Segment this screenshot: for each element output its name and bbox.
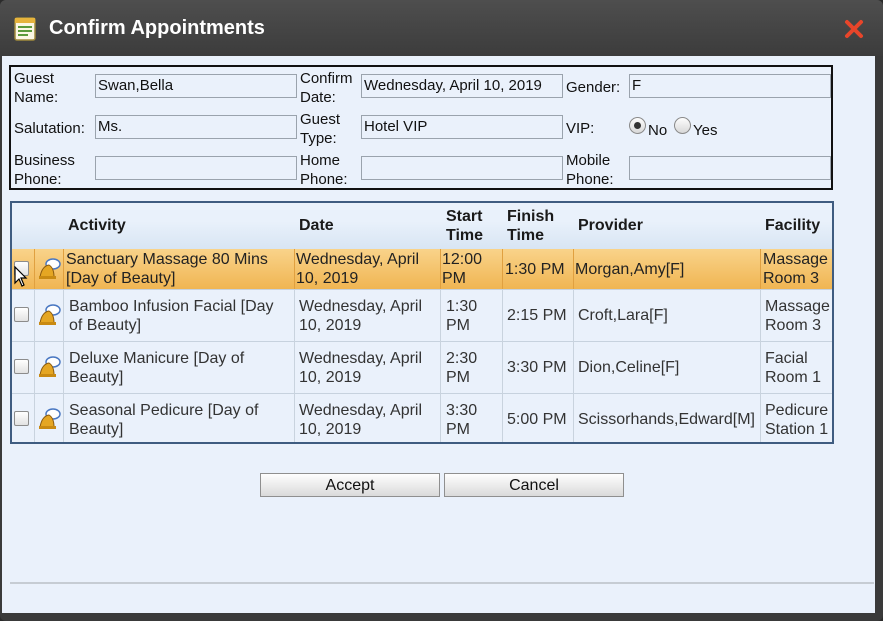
table-row[interactable]: Deluxe Manicure [Day of Beauty] Wednesday… [12,341,832,394]
row-checkbox[interactable] [14,359,29,374]
activity-cell: Bamboo Infusion Facial [Day of Beauty] [69,298,274,334]
accept-button[interactable]: Accept [260,473,440,497]
guest-name-field[interactable]: Swan,Bella [95,74,297,98]
salutation-field[interactable]: Ms. [95,115,297,139]
facility-cell: Pedicure Station 1 [765,402,829,438]
mobile-phone-field[interactable] [629,156,831,180]
title-bar: Confirm Appointments [0,0,883,56]
guest-type-field[interactable]: Hotel VIP [361,115,563,139]
facility-cell: Facial Room 1 [765,350,822,386]
bell-icon [39,356,61,377]
activity-cell: Deluxe Manicure [Day of Beauty] [69,350,245,386]
date-cell: Wednesday, April 10, 2019 [299,298,423,334]
vip-yes-radio[interactable] [674,117,691,134]
close-x-icon[interactable] [843,18,865,40]
header-facility[interactable]: Facility [765,216,820,235]
header-provider[interactable]: Provider [578,216,643,235]
vip-yes-label: Yes [693,122,718,139]
appointments-grid: Activity Date Start Time Finish Time Provi… [10,201,834,444]
header-activity[interactable]: Activity [68,216,126,235]
row-checkbox[interactable] [14,411,29,426]
footer-divider [10,582,874,584]
facility-cell: Massage Room 3 [765,298,830,334]
vip-no-label: No [648,122,668,139]
finish-time-cell: 2:15 PM [507,307,567,324]
vip-label: VIP: [566,120,595,137]
confirm-date-label: Confirm Date: [300,70,353,106]
mouse-cursor-icon [14,266,28,287]
business-phone-label: Business Phone: [14,152,75,188]
row-checkbox[interactable] [14,307,29,322]
confirm-date-field[interactable]: Wednesday, April 10, 2019 [361,74,563,98]
start-time-cell: 1:30 PM [446,298,478,334]
provider-cell: Scissorhands,Edward[M] [578,411,755,428]
business-phone-field[interactable] [95,156,297,180]
confirm-appointments-dialog: Confirm Appointments Guest Name: Swan,Bel… [0,0,883,621]
vip-no-radio[interactable] [629,117,646,134]
table-row[interactable]: Bamboo Infusion Facial [Day of Beauty] We… [12,289,832,342]
mobile-phone-label: Mobile Phone: [566,152,614,188]
activity-cell: Sanctuary Massage 80 Mins [Day of Beauty] [66,251,268,287]
gender-label: Gender: [566,79,621,96]
date-cell: Wednesday, April 10, 2019 [299,350,423,386]
guest-type-label: Guest Type: [300,111,341,147]
guest-name-label: Guest Name: [14,70,59,106]
document-icon [14,17,36,41]
bell-icon [39,258,61,279]
start-time-cell: 3:30 PM [446,402,478,438]
finish-time-cell: 1:30 PM [505,261,565,278]
provider-cell: Morgan,Amy[F] [575,261,685,278]
header-date[interactable]: Date [299,216,334,235]
grid-header: Activity Date Start Time Finish Time Provi… [12,203,832,250]
date-cell: Wednesday, April 10, 2019 [296,251,420,287]
header-finish-time[interactable]: Finish Time [507,207,554,245]
home-phone-label: Home Phone: [300,152,348,188]
bell-icon [39,408,61,429]
salutation-label: Salutation: [14,120,85,137]
dialog-title: Confirm Appointments [49,17,265,39]
home-phone-field[interactable] [361,156,563,180]
start-time-cell: 2:30 PM [446,350,478,386]
provider-cell: Dion,Celine[F] [578,359,680,376]
gender-field[interactable]: F [629,74,831,98]
date-cell: Wednesday, April 10, 2019 [299,402,423,438]
facility-cell: Massage Room 3 [763,251,828,287]
start-time-cell: 12:00 PM [442,251,483,287]
finish-time-cell: 3:30 PM [507,359,567,376]
finish-time-cell: 5:00 PM [507,411,567,428]
header-start-time[interactable]: Start Time [446,207,483,245]
table-row[interactable]: Sanctuary Massage 80 Mins [Day of Beauty]… [12,249,832,290]
cancel-button[interactable]: Cancel [444,473,624,497]
activity-cell: Seasonal Pedicure [Day of Beauty] [69,402,259,438]
bell-icon [39,304,61,325]
table-row[interactable]: Seasonal Pedicure [Day of Beauty] Wednesd… [12,393,832,442]
provider-cell: Croft,Lara[F] [578,307,668,324]
